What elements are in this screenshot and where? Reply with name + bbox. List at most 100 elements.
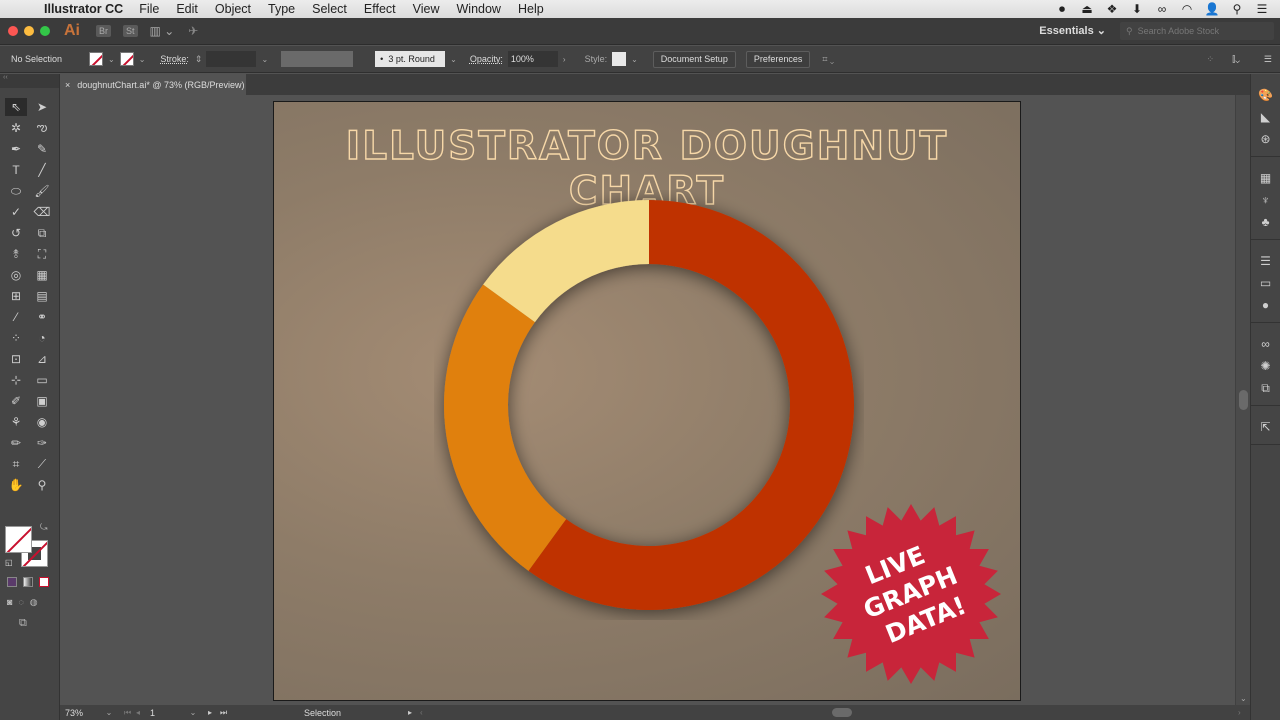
color-guide-icon[interactable]: 🎨 <box>1251 84 1280 106</box>
appearance-icon[interactable]: ⊛ <box>1251 128 1280 150</box>
style-dropdown-icon[interactable]: ⌄ <box>631 55 638 64</box>
stroke-swatch[interactable] <box>119 52 134 66</box>
knife-tool[interactable]: ⟋ <box>31 455 53 473</box>
swap-fill-stroke-icon[interactable]: ⤿ <box>40 522 48 533</box>
draw-normal-icon[interactable]: ◙ <box>7 597 12 608</box>
menu-help[interactable]: Help <box>518 2 544 16</box>
airplay-icon[interactable]: ⏏ <box>1079 2 1095 16</box>
arrange-documents-icon[interactable]: ▥ ⌄ <box>150 24 175 38</box>
eyedropper-tool[interactable]: ⁄ <box>5 308 27 326</box>
close-tab-icon[interactable]: × <box>65 80 70 90</box>
layers-icon[interactable]: ⧉ <box>1251 377 1280 399</box>
control-bar-menu-icon[interactable]: ☰ <box>1264 54 1272 65</box>
stock-button[interactable]: St <box>123 25 138 37</box>
status-menu-icon[interactable]: ▸ <box>408 708 420 717</box>
shaper-tool[interactable]: ✓ <box>5 203 27 221</box>
default-fill-stroke-icon[interactable]: ◱ <box>5 558 13 567</box>
document-setup-button[interactable]: Document Setup <box>652 50 736 68</box>
rotate-tool[interactable]: ↺ <box>5 224 27 242</box>
panel-dock-icon[interactable]: ⫿⌄ <box>1232 54 1240 65</box>
opacity-arrow-icon[interactable]: › <box>563 55 566 64</box>
stroke-stepper-icon[interactable]: ⇕ <box>195 54 203 65</box>
artboard[interactable]: ILLUSTRATOR DOUGHNUT CHART LIVE GRAPH DA… <box>273 101 1021 701</box>
tools-panel-grip[interactable]: ‹‹ <box>0 74 59 88</box>
gradient-mode-button[interactable] <box>23 577 33 587</box>
pen-tool[interactable]: ✒ <box>5 140 27 158</box>
slice-tool[interactable]: ⊿ <box>31 350 53 368</box>
curvature-tool[interactable]: ✎ <box>31 140 53 158</box>
close-window-button[interactable] <box>8 26 18 36</box>
workspace-switcher[interactable]: Essentials ⌄ <box>1039 24 1106 37</box>
menu-file[interactable]: File <box>139 2 159 16</box>
none-mode-button[interactable] <box>39 577 49 587</box>
bridge-button[interactable]: Br <box>96 25 111 37</box>
dropbox-icon[interactable]: ❖ <box>1104 2 1120 16</box>
gradient-panel-tool[interactable]: ▣ <box>31 392 53 410</box>
opacity-label[interactable]: Opacity: <box>470 54 503 64</box>
gpu-performance-icon[interactable]: ✈ <box>188 24 198 38</box>
document-tab[interactable]: × doughnutChart.ai* @ 73% (RGB/Preview) <box>60 74 246 95</box>
stroke-weight-dropdown-icon[interactable]: ⌄ <box>261 55 268 64</box>
preferences-button[interactable]: Preferences <box>745 50 811 68</box>
pie-graph-tool[interactable]: ◔ <box>31 329 53 347</box>
stroke-icon[interactable]: ☰ <box>1251 250 1280 272</box>
zoom-level-input[interactable]: 73% <box>60 708 94 718</box>
graphic-styles-icon[interactable]: ✺ <box>1251 355 1280 377</box>
variable-width-profile[interactable] <box>281 51 354 67</box>
symbol-sprayer-tool[interactable]: ⁘ <box>5 329 27 347</box>
selection-tool[interactable]: ⇖ <box>5 98 27 116</box>
artboard-number-input[interactable]: 1 <box>148 708 178 718</box>
menu-window[interactable]: Window <box>457 2 501 16</box>
color-icon[interactable]: ● <box>1251 294 1280 316</box>
screen-record-icon[interactable]: ⏺ <box>1054 2 1070 17</box>
swatches-icon[interactable]: ▦ <box>1251 167 1280 189</box>
hand-tool[interactable]: ✋ <box>5 476 27 494</box>
puppet-warp-tool[interactable]: ⊹ <box>5 371 27 389</box>
magic-wand-tool[interactable]: ✲ <box>5 119 27 137</box>
horizontal-scroll-thumb[interactable] <box>832 708 852 717</box>
notification-list-icon[interactable]: ☰ <box>1254 2 1270 16</box>
minimize-window-button[interactable] <box>24 26 34 36</box>
last-artboard-icon[interactable]: ⏭ <box>220 708 232 718</box>
mesh-tool[interactable]: ⊞ <box>5 287 27 305</box>
shape-builder-tool[interactable]: ◎ <box>5 266 27 284</box>
creative-cloud-icon[interactable]: ∞ <box>1154 2 1170 16</box>
align-options-icon[interactable]: ⌗ ⌄ <box>822 54 834 65</box>
transform-grid-icon[interactable]: ⁘ <box>1206 54 1214 65</box>
stock-search-input[interactable]: ⚲ Search Adobe Stock <box>1120 22 1274 40</box>
prev-artboard-icon[interactable]: ◂ <box>136 708 148 717</box>
crop-tool[interactable]: ⌗ <box>5 455 27 473</box>
maximize-window-button[interactable] <box>40 26 50 36</box>
doughnut-chart[interactable] <box>434 190 864 620</box>
color-mode-button[interactable] <box>7 577 17 587</box>
brush-dropdown-icon[interactable]: ⌄ <box>450 55 457 64</box>
lasso-tool[interactable]: ఌ <box>31 119 53 137</box>
screen-mode-icon[interactable]: ⧉ <box>19 617 27 630</box>
paintbrush-tool[interactable]: 🖌 <box>31 182 53 200</box>
user-icon[interactable]: 👤 <box>1204 2 1220 16</box>
brushes-icon[interactable]: ♆ <box>1251 189 1280 211</box>
opacity-input[interactable]: 100% <box>507 51 558 67</box>
fill-color-box[interactable] <box>5 526 32 553</box>
vertical-scroll-thumb[interactable] <box>1239 390 1248 410</box>
export-icon[interactable]: ⇱ <box>1251 416 1280 438</box>
spotlight-search-icon[interactable]: ⚲ <box>1229 2 1245 16</box>
stroke-label[interactable]: Stroke: <box>160 54 189 64</box>
download-icon[interactable]: ⬇ <box>1129 2 1145 16</box>
ruler-tool[interactable]: ▭ <box>31 371 53 389</box>
zoom-dropdown-icon[interactable]: ⌄ <box>94 708 124 717</box>
direct-selection-tool[interactable]: ➤ <box>31 98 53 116</box>
warp-tool[interactable]: ⚘ <box>5 413 27 431</box>
symbols-icon[interactable]: ♣ <box>1251 211 1280 233</box>
menu-app-name[interactable]: Illustrator CC <box>44 2 123 16</box>
cc-libraries-icon[interactable]: ∞ <box>1251 333 1280 355</box>
eraser-tool[interactable]: ⌫ <box>31 203 53 221</box>
menu-select[interactable]: Select <box>312 2 347 16</box>
blend-tool[interactable]: ⚭ <box>31 308 53 326</box>
width-tool[interactable]: ⥉ <box>5 245 27 263</box>
artboard-dropdown-icon[interactable]: ⌄ <box>178 708 208 717</box>
stroke-dropdown-icon[interactable]: ⌄ <box>139 55 146 64</box>
transparency-icon[interactable]: ▭ <box>1251 272 1280 294</box>
stroke-weight-input[interactable] <box>206 51 257 67</box>
draw-inside-icon[interactable]: ◍ <box>30 597 38 608</box>
